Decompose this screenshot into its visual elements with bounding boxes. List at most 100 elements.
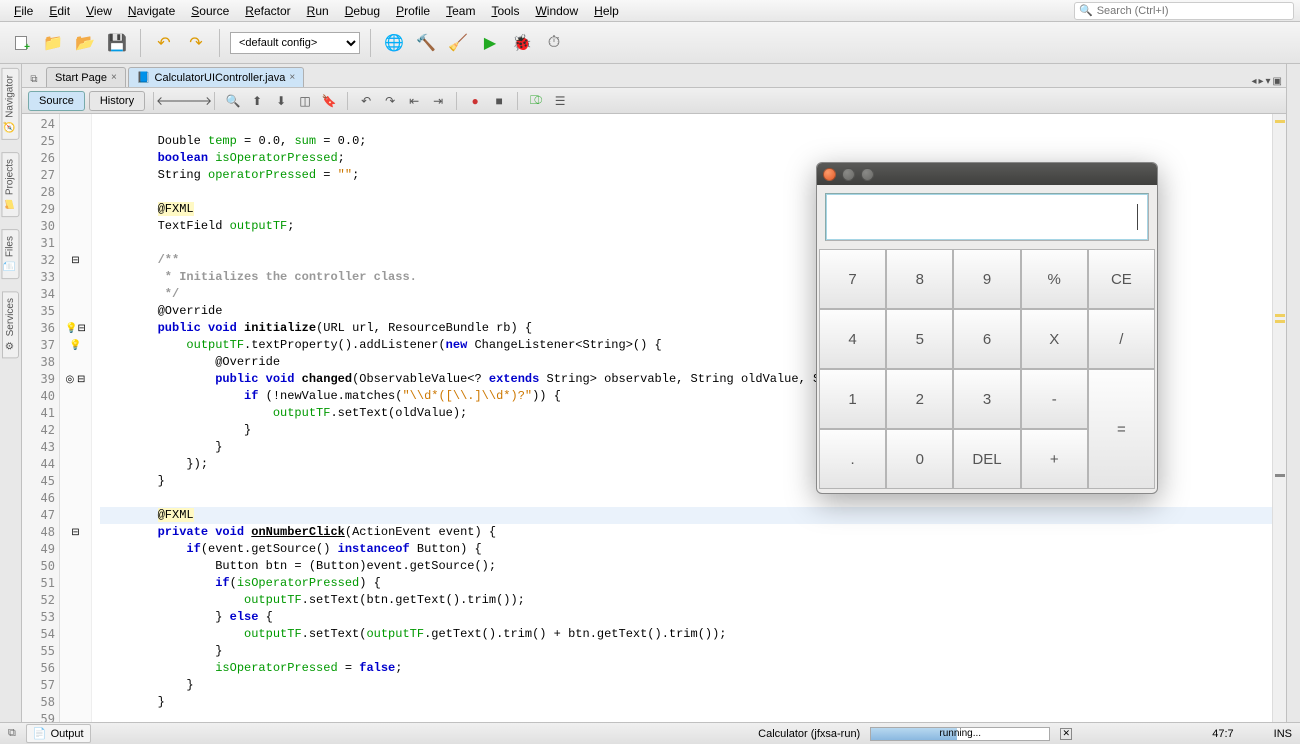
calc-key-minus[interactable]: - (1021, 369, 1088, 429)
calc-key-0[interactable]: 0 (886, 429, 953, 489)
menubar: FileEditViewNavigateSourceRefactorRunDeb… (0, 0, 1300, 22)
calc-key-9[interactable]: 9 (953, 249, 1020, 309)
comment-icon[interactable]: ⎄ (526, 91, 546, 111)
run-button[interactable]: ▶ (477, 30, 503, 56)
menu-debug[interactable]: Debug (337, 2, 388, 20)
calc-key-4[interactable]: 4 (819, 309, 886, 369)
calc-key-equals[interactable]: = (1088, 369, 1155, 489)
calc-key-2[interactable]: 2 (886, 369, 953, 429)
source-view-button[interactable]: Source (28, 91, 85, 111)
window-minimize-icon[interactable] (842, 168, 855, 181)
profile-button[interactable]: ⏱ (541, 30, 567, 56)
menu-window[interactable]: Window (527, 2, 586, 20)
line-number-gutter: 2425262728293031323334353637383940414243… (22, 114, 60, 722)
side-tab-navigator[interactable]: 🧭Navigator (1, 68, 19, 140)
menu-team[interactable]: Team (438, 2, 483, 20)
window-maximize-icon[interactable] (861, 168, 874, 181)
cursor-position: 47:7 (1212, 728, 1233, 740)
tab-label: CalculatorUIController.java (155, 72, 286, 84)
side-tab-projects[interactable]: 📁Projects (1, 152, 19, 217)
nav-fwd-icon[interactable]: 🡒 (186, 91, 206, 111)
overview-ruler[interactable] (1272, 114, 1286, 722)
menu-view[interactable]: View (78, 2, 120, 20)
tab-label: Start Page (55, 72, 107, 84)
tab-start-page[interactable]: Start Page × (46, 67, 126, 87)
menu-navigate[interactable]: Navigate (120, 2, 183, 20)
tab-nav-right-icon[interactable]: ▸ (1258, 76, 1263, 87)
search-input[interactable] (1097, 5, 1289, 17)
calc-key-plus[interactable]: + (1021, 429, 1088, 489)
stop-task-icon[interactable]: ✕ (1060, 728, 1072, 740)
tab-calculatoruicontroller-java[interactable]: 📘 CalculatorUIController.java× (128, 67, 304, 87)
calc-key-8[interactable]: 8 (886, 249, 953, 309)
save-all-button[interactable]: 💾 (104, 30, 130, 56)
menu-help[interactable]: Help (586, 2, 627, 20)
find-prev-icon[interactable]: ⬆ (247, 91, 267, 111)
macro-rec-icon[interactable]: ● (465, 91, 485, 111)
tab-list-icon[interactable]: ▾ (1266, 76, 1271, 87)
calculator-app-window[interactable]: 789%CE 456X/ 123-=.0DEL+ (816, 162, 1158, 494)
redo-button[interactable]: ↷ (183, 30, 209, 56)
calc-key-ce[interactable]: CE (1088, 249, 1155, 309)
menu-profile[interactable]: Profile (388, 2, 438, 20)
text-cursor (1137, 204, 1138, 230)
menu-run[interactable]: Run (299, 2, 337, 20)
calc-key-percent[interactable]: % (1021, 249, 1088, 309)
menu-source[interactable]: Source (183, 2, 237, 20)
glyph-margin[interactable]: ⊟💡⊟💡◎ ⊟⊟ (60, 114, 92, 722)
close-tab-icon[interactable]: × (289, 72, 295, 83)
uncomment-icon[interactable]: ☰ (550, 91, 570, 111)
history-view-button[interactable]: History (89, 91, 145, 111)
calculator-titlebar[interactable] (817, 163, 1157, 185)
output-icon: 📄 (33, 727, 47, 740)
editor-view-toolbar: Source History 🡐 🡒 🔍 ⬆ ⬇ ◫ 🔖 ↶ ↷ ⇤ ⇥ ● ■… (22, 88, 1286, 114)
macro-stop-icon[interactable]: ■ (489, 91, 509, 111)
highlight-icon[interactable]: ◫ (295, 91, 315, 111)
calc-key-1[interactable]: 1 (819, 369, 886, 429)
shift-right-icon[interactable]: ⇥ (428, 91, 448, 111)
task-progress-bar[interactable]: running... (870, 727, 1050, 741)
calc-key-divide[interactable]: / (1088, 309, 1155, 369)
tab-nav-left-icon[interactable]: ◂ (1251, 76, 1256, 87)
menu-file[interactable]: File (6, 2, 41, 20)
maximize-icon[interactable]: ▣ (1273, 76, 1282, 87)
output-label: Output (51, 728, 84, 740)
build-button[interactable]: 🔨 (413, 30, 439, 56)
side-tab-services[interactable]: ⚙Services (2, 291, 19, 358)
bookmark-icon[interactable]: 🔖 (319, 91, 339, 111)
calc-key-dot[interactable]: . (819, 429, 886, 489)
calc-key-multiply[interactable]: X (1021, 309, 1088, 369)
clean-build-button[interactable]: 🧹 (445, 30, 471, 56)
java-file-icon: 📘 (137, 71, 151, 84)
side-tab-files[interactable]: 📄Files (1, 229, 19, 279)
menu-tools[interactable]: Tools (483, 2, 527, 20)
prev-bm-icon[interactable]: ↶ (356, 91, 376, 111)
calc-key-3[interactable]: 3 (953, 369, 1020, 429)
undo-button[interactable]: ↶ (151, 30, 177, 56)
new-file-button[interactable] (8, 30, 34, 56)
quick-search[interactable]: 🔍 (1074, 2, 1294, 20)
editor-tabs: ⧉ Start Page × 📘 CalculatorUIController.jav… (22, 64, 1286, 88)
menu-refactor[interactable]: Refactor (237, 2, 298, 20)
left-side-rail: 🧭Navigator 📁Projects 📄Files ⚙Services (0, 64, 22, 722)
shift-left-icon[interactable]: ⇤ (404, 91, 424, 111)
calc-key-6[interactable]: 6 (953, 309, 1020, 369)
calc-key-7[interactable]: 7 (819, 249, 886, 309)
calc-key-del[interactable]: DEL (953, 429, 1020, 489)
close-tab-icon[interactable]: × (111, 72, 117, 83)
new-project-button[interactable]: 📁 (40, 30, 66, 56)
open-button[interactable]: 📂 (72, 30, 98, 56)
calc-key-5[interactable]: 5 (886, 309, 953, 369)
globe-icon[interactable]: 🌐 (381, 30, 407, 56)
next-bm-icon[interactable]: ↷ (380, 91, 400, 111)
window-close-icon[interactable] (823, 168, 836, 181)
menu-edit[interactable]: Edit (41, 2, 78, 20)
find-next-icon[interactable]: ⬇ (271, 91, 291, 111)
calculator-display[interactable] (825, 193, 1149, 241)
debug-button[interactable]: 🐞 (509, 30, 535, 56)
output-panel-button[interactable]: 📄 Output (26, 724, 91, 743)
find-selection-icon[interactable]: 🔍 (223, 91, 243, 111)
run-config-select[interactable]: <default config> (230, 32, 360, 54)
pin-icon[interactable]: ⧉ (26, 71, 42, 87)
minimize-view-icon[interactable]: ⧉ (8, 727, 16, 740)
